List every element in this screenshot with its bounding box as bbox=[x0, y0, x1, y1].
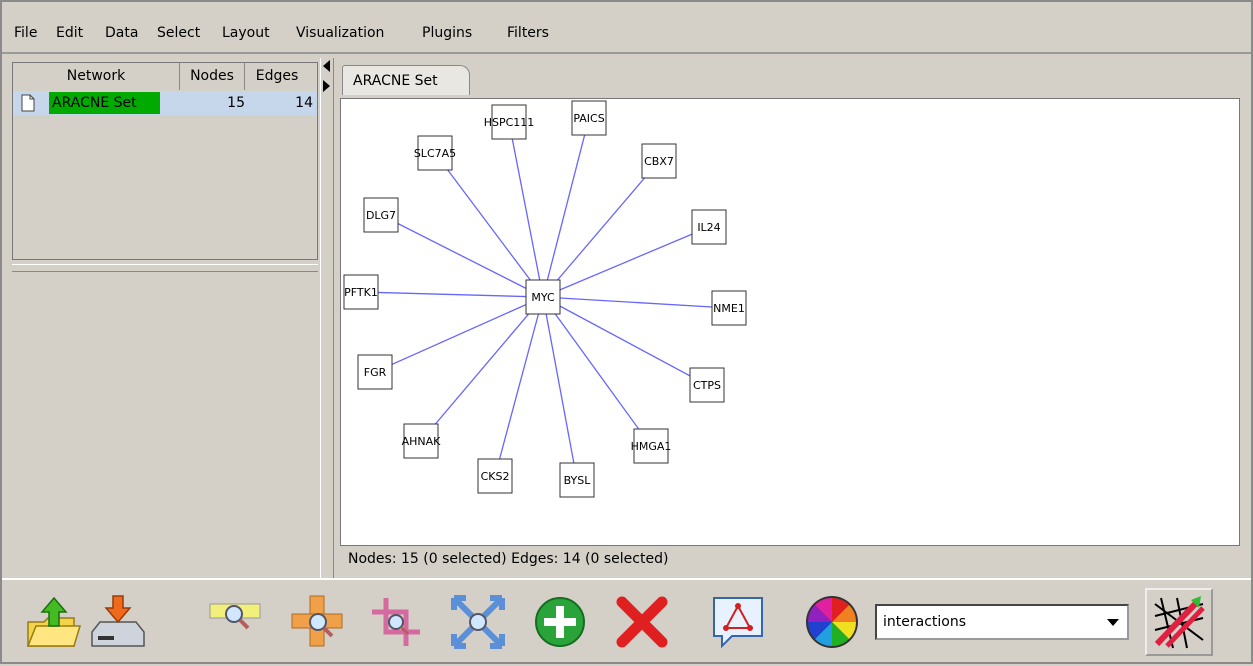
filter-icon bbox=[1154, 596, 1205, 649]
svg-text:HSPC111: HSPC111 bbox=[484, 116, 535, 129]
node-hmga1[interactable]: HMGA1 bbox=[631, 428, 672, 464]
attribute-select[interactable]: interactions bbox=[875, 604, 1129, 640]
node-myc[interactable]: MYC bbox=[525, 279, 561, 315]
menubar: File Edit Data Select Layout Visualizati… bbox=[2, 2, 1251, 54]
edge-myc-slc7a5[interactable] bbox=[434, 152, 544, 298]
node-ctps[interactable]: CTPS bbox=[689, 367, 725, 403]
svg-text:SLC7A5: SLC7A5 bbox=[414, 147, 456, 160]
menu-filters[interactable]: Filters bbox=[507, 25, 549, 41]
zoom-out-icon[interactable] bbox=[288, 592, 348, 652]
attribute-select-value: interactions bbox=[883, 614, 967, 630]
network-canvas[interactable]: MYC HSPC111 PAICS SLC7A5 CBX7 DLG7 IL24 PFTK1 NM… bbox=[340, 98, 1240, 546]
menu-visualization[interactable]: Visualization bbox=[296, 25, 384, 41]
network-graph[interactable]: MYC HSPC111 PAICS SLC7A5 CBX7 DLG7 IL24 PFTK1 NM… bbox=[341, 99, 1239, 545]
add-icon[interactable] bbox=[530, 592, 590, 652]
svg-text:HMGA1: HMGA1 bbox=[631, 440, 672, 453]
node-cks2[interactable]: CKS2 bbox=[477, 458, 513, 494]
column-nodes[interactable]: Nodes bbox=[180, 63, 245, 90]
node-il24[interactable]: IL24 bbox=[691, 209, 727, 245]
edge-myc-cks2[interactable] bbox=[494, 296, 544, 477]
edge-myc-il24[interactable] bbox=[542, 226, 710, 298]
network-view-panel: ARACNE Set MYC HSPC111 PAICS SLC7A5 CBX7 DLG7… bbox=[334, 62, 1244, 574]
open-network-icon[interactable] bbox=[24, 592, 84, 652]
svg-text:DLG7: DLG7 bbox=[366, 209, 396, 222]
edge-myc-dlg7[interactable] bbox=[380, 214, 544, 298]
vertical-splitter[interactable] bbox=[320, 58, 334, 578]
svg-text:PAICS: PAICS bbox=[573, 112, 604, 125]
network-row[interactable]: ARACNE Set 15 14 bbox=[13, 91, 317, 115]
app-window: File Edit Data Select Layout Visualizati… bbox=[0, 0, 1253, 664]
delete-icon[interactable] bbox=[612, 592, 672, 652]
dropdown-arrow-icon[interactable] bbox=[1107, 619, 1119, 626]
status-bar: Nodes: 15 (0 selected) Edges: 14 (0 sele… bbox=[348, 551, 669, 567]
zoom-fit-icon[interactable] bbox=[448, 592, 508, 652]
node-nme1[interactable]: NME1 bbox=[711, 290, 747, 326]
column-edges[interactable]: Edges bbox=[245, 63, 309, 90]
svg-text:MYC: MYC bbox=[531, 291, 555, 304]
edge-myc-bysl[interactable] bbox=[542, 296, 578, 481]
node-paics[interactable]: PAICS bbox=[571, 100, 607, 136]
node-hspc111[interactable]: HSPC111 bbox=[484, 104, 535, 140]
edge-myc-ctps[interactable] bbox=[542, 296, 708, 386]
network-edge-count: 14 bbox=[295, 95, 313, 111]
network-name[interactable]: ARACNE Set bbox=[49, 92, 160, 114]
node-bysl[interactable]: BYSL bbox=[559, 462, 595, 498]
network-node-count: 15 bbox=[227, 95, 245, 111]
svg-text:AHNAK: AHNAK bbox=[402, 435, 442, 448]
svg-text:BYSL: BYSL bbox=[564, 474, 592, 487]
zoom-selected-icon[interactable] bbox=[366, 592, 426, 652]
svg-text:CKS2: CKS2 bbox=[481, 470, 510, 483]
filter-button[interactable] bbox=[1145, 588, 1213, 656]
vizmapper-icon[interactable] bbox=[802, 592, 862, 652]
document-icon bbox=[21, 94, 35, 112]
node-pftk1[interactable]: PFTK1 bbox=[343, 274, 379, 310]
zoom-in-icon[interactable] bbox=[208, 592, 268, 652]
node-fgr[interactable]: FGR bbox=[357, 354, 393, 390]
left-lower-panel bbox=[12, 272, 318, 578]
node-cbx7[interactable]: CBX7 bbox=[641, 143, 677, 179]
svg-text:PFTK1: PFTK1 bbox=[344, 286, 378, 299]
menu-plugins[interactable]: Plugins bbox=[422, 25, 472, 41]
node-dlg7[interactable]: DLG7 bbox=[363, 197, 399, 233]
expand-right-icon[interactable] bbox=[323, 80, 330, 92]
svg-text:NME1: NME1 bbox=[713, 302, 745, 315]
edge-myc-fgr[interactable] bbox=[374, 296, 544, 373]
edge-myc-hspc111[interactable] bbox=[508, 121, 544, 298]
save-network-icon[interactable] bbox=[88, 592, 148, 652]
network-list-panel: Network Nodes Edges ARACNE Set 15 14 bbox=[12, 62, 318, 260]
node-slc7a5[interactable]: SLC7A5 bbox=[414, 135, 456, 171]
menu-file[interactable]: File bbox=[14, 25, 37, 41]
svg-text:CBX7: CBX7 bbox=[644, 155, 674, 168]
svg-text:FGR: FGR bbox=[364, 366, 387, 379]
edge-myc-nme1[interactable] bbox=[542, 296, 730, 309]
svg-text:CTPS: CTPS bbox=[693, 379, 721, 392]
menu-data[interactable]: Data bbox=[105, 25, 138, 41]
edge-myc-pftk1[interactable] bbox=[360, 291, 544, 298]
menu-layout[interactable]: Layout bbox=[222, 25, 270, 41]
svg-text:IL24: IL24 bbox=[697, 221, 720, 234]
edge-myc-hmga1[interactable] bbox=[542, 296, 652, 447]
column-network[interactable]: Network bbox=[13, 63, 180, 90]
create-view-icon[interactable] bbox=[708, 592, 768, 652]
menu-select[interactable]: Select bbox=[157, 25, 200, 41]
network-table-header: Network Nodes Edges bbox=[13, 63, 317, 92]
menu-edit[interactable]: Edit bbox=[56, 25, 83, 41]
collapse-left-icon[interactable] bbox=[323, 60, 330, 72]
horizontal-splitter[interactable] bbox=[12, 264, 318, 272]
edge-myc-ahnak[interactable] bbox=[420, 296, 544, 442]
node-ahnak[interactable]: AHNAK bbox=[402, 423, 442, 459]
tab-aracne-set[interactable]: ARACNE Set bbox=[342, 65, 470, 95]
